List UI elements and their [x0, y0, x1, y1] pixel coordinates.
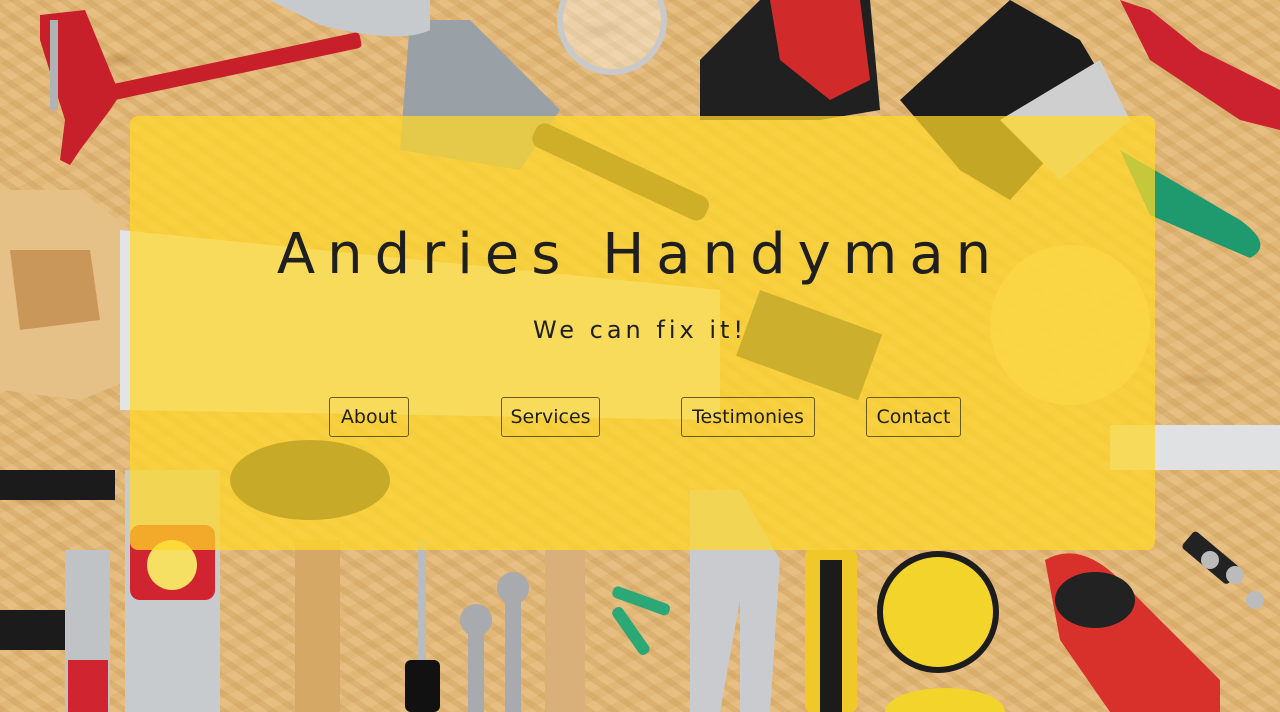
nav-contact-button[interactable]: Contact — [866, 397, 961, 437]
site-title: Andries Handyman — [276, 222, 1004, 287]
f-clamp-icon — [0, 470, 115, 500]
bit-set-icon — [1182, 531, 1264, 609]
cordless-drill-icon — [1045, 553, 1220, 712]
nav-about-button[interactable]: About — [329, 397, 409, 437]
clamp-icon — [1120, 0, 1280, 130]
tape-measure-icon — [877, 551, 999, 673]
nav-services-button[interactable]: Services — [501, 397, 600, 437]
nav-testimonies-button[interactable]: Testimonies — [681, 397, 815, 437]
magnifier-icon — [557, 0, 667, 75]
mallet-icon — [295, 540, 340, 712]
screwdriver-icon — [418, 540, 426, 660]
knife-icon — [270, 0, 430, 37]
hammer-icon — [545, 550, 585, 712]
site-tagline: We can fix it! — [532, 316, 748, 344]
